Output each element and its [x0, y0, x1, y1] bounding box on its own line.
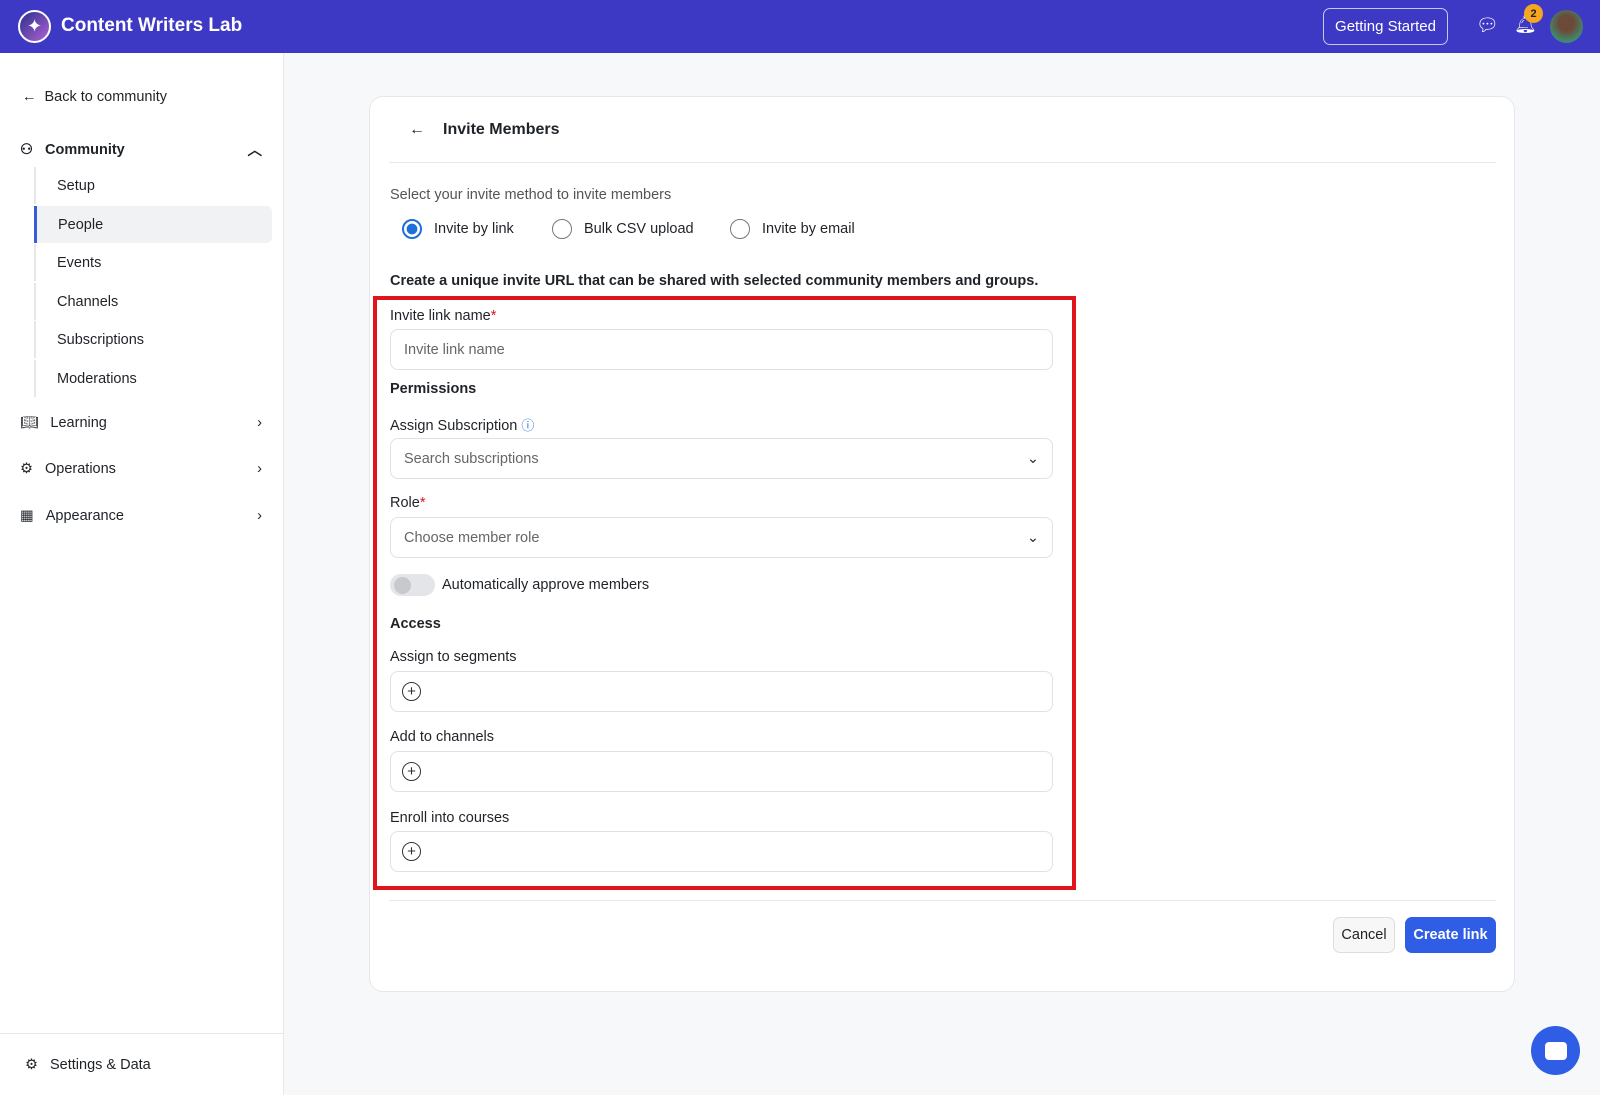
- role-select[interactable]: Choose member role ⌄: [390, 517, 1053, 558]
- create-link-button[interactable]: Create link: [1405, 917, 1496, 953]
- radio-invite-by-link[interactable]: Invite by link: [402, 219, 514, 239]
- page-title: Invite Members: [443, 120, 560, 138]
- label-text: Role: [390, 495, 420, 511]
- getting-started-button[interactable]: Getting Started: [1323, 8, 1448, 45]
- channels-input[interactable]: +: [390, 751, 1053, 792]
- avatar[interactable]: [1550, 10, 1583, 43]
- app-title: Content Writers Lab: [61, 15, 243, 36]
- chat-bubble-icon: [1544, 1041, 1567, 1060]
- sidebar-item-people[interactable]: People: [34, 206, 272, 243]
- book-icon: 📖︎: [20, 415, 39, 431]
- chevron-right-icon: ›: [257, 414, 262, 431]
- chevron-down-icon: ⌄: [1026, 529, 1039, 546]
- invite-link-name-label: Invite link name*: [390, 308, 496, 324]
- chevron-right-icon: ›: [257, 461, 262, 477]
- label-text: Assign Subscription: [390, 418, 518, 434]
- radio-unchecked-icon: [552, 219, 572, 239]
- label-text: Invite link name: [390, 308, 491, 324]
- notification-badge: 2: [1524, 4, 1543, 23]
- chevron-up-icon: ︿: [247, 143, 263, 159]
- plus-circle-icon[interactable]: +: [402, 682, 421, 701]
- arrow-left-icon: ←: [22, 89, 37, 105]
- settings-and-data-link[interactable]: ⚙ Settings & Data: [0, 1033, 284, 1095]
- radio-invite-by-email[interactable]: Invite by email: [730, 219, 855, 239]
- placeholder: Choose member role: [404, 529, 540, 546]
- sidebar-item-moderations[interactable]: Moderations: [34, 360, 272, 397]
- appearance-label: Appearance: [45, 508, 124, 524]
- invite-description: Create a unique invite URL that can be s…: [390, 273, 1039, 289]
- permissions-heading: Permissions: [390, 381, 477, 397]
- radio-checked-icon: [402, 219, 422, 239]
- community-icon: ⚇: [20, 141, 33, 158]
- radio-unchecked-icon: [730, 219, 750, 239]
- app-logo-icon[interactable]: ✦: [18, 10, 51, 43]
- placeholder: Search subscriptions: [404, 450, 539, 467]
- gear-icon: ⚙: [25, 1056, 38, 1073]
- chat-widget-button[interactable]: [1531, 1026, 1580, 1075]
- invite-link-name-input[interactable]: Invite link name: [390, 329, 1053, 370]
- segments-input[interactable]: +: [390, 671, 1053, 712]
- channels-label: Add to channels: [390, 729, 494, 745]
- segments-label: Assign to segments: [390, 649, 517, 665]
- invite-members-card: ← Invite Members Select your invite metho…: [369, 96, 1515, 992]
- chevron-right-icon: ›: [257, 508, 262, 524]
- subscription-select[interactable]: Search subscriptions ⌄: [390, 438, 1053, 479]
- info-icon[interactable]: ⓘ: [521, 418, 534, 433]
- plus-circle-icon[interactable]: +: [402, 762, 421, 781]
- chevron-down-icon: ⌄: [1026, 450, 1039, 467]
- required-mark: *: [419, 495, 426, 511]
- plus-circle-icon[interactable]: +: [402, 842, 421, 861]
- community-label: Community: [45, 141, 125, 158]
- access-heading: Access: [390, 616, 441, 632]
- courses-input[interactable]: +: [390, 831, 1053, 872]
- cancel-button[interactable]: Cancel: [1333, 917, 1395, 953]
- sidebar-item-operations[interactable]: ⚙︎ Operations ›: [20, 461, 262, 477]
- role-label: Role*: [390, 495, 425, 511]
- radio-label: Invite by email: [762, 221, 855, 237]
- sidebar-item-appearance[interactable]: ▦ Appearance ›: [20, 508, 262, 524]
- operations-label: Operations: [45, 461, 116, 477]
- appearance-icon: ▦: [20, 508, 34, 524]
- settings-label: Settings & Data: [50, 1056, 151, 1073]
- sidebar: ← Back to community ⚇ Community ︿ Setup Peo…: [0, 53, 284, 1095]
- footer-divider: [389, 900, 1496, 901]
- required-mark: *: [490, 308, 497, 324]
- auto-approve-toggle[interactable]: [390, 574, 435, 596]
- sidebar-item-subscriptions[interactable]: Subscriptions: [34, 321, 272, 358]
- learning-label: Learning: [50, 414, 107, 431]
- top-bar: ✦ Content Writers Lab Getting Started 💬︎…: [0, 0, 1600, 53]
- assign-subscription-label: Assign Subscription ⓘ: [390, 415, 534, 434]
- card-header: ← Invite Members: [389, 97, 1496, 163]
- operations-icon: ⚙︎: [20, 461, 33, 477]
- placeholder: Invite link name: [404, 341, 505, 358]
- back-to-community-link[interactable]: ← Back to community: [22, 89, 167, 105]
- chat-icon[interactable]: 💬︎: [1476, 15, 1499, 36]
- radio-label: Invite by link: [434, 221, 514, 237]
- sidebar-item-events[interactable]: Events: [34, 244, 272, 281]
- radio-bulk-csv-upload[interactable]: Bulk CSV upload: [552, 219, 694, 239]
- sidebar-item-learning[interactable]: 📖︎ Learning ›: [20, 414, 262, 432]
- sidebar-item-channels[interactable]: Channels: [34, 283, 272, 320]
- sidebar-item-setup[interactable]: Setup: [34, 167, 272, 204]
- highlight-box: [373, 296, 1076, 890]
- back-arrow-icon[interactable]: ←: [409, 121, 425, 139]
- sidebar-item-community[interactable]: ⚇ Community ︿: [20, 139, 262, 160]
- radio-label: Bulk CSV upload: [584, 221, 694, 237]
- method-prompt: Select your invite method to invite memb…: [390, 187, 672, 203]
- courses-label: Enroll into courses: [390, 810, 510, 826]
- back-label: Back to community: [44, 89, 168, 105]
- auto-approve-label: Automatically approve members: [442, 577, 650, 593]
